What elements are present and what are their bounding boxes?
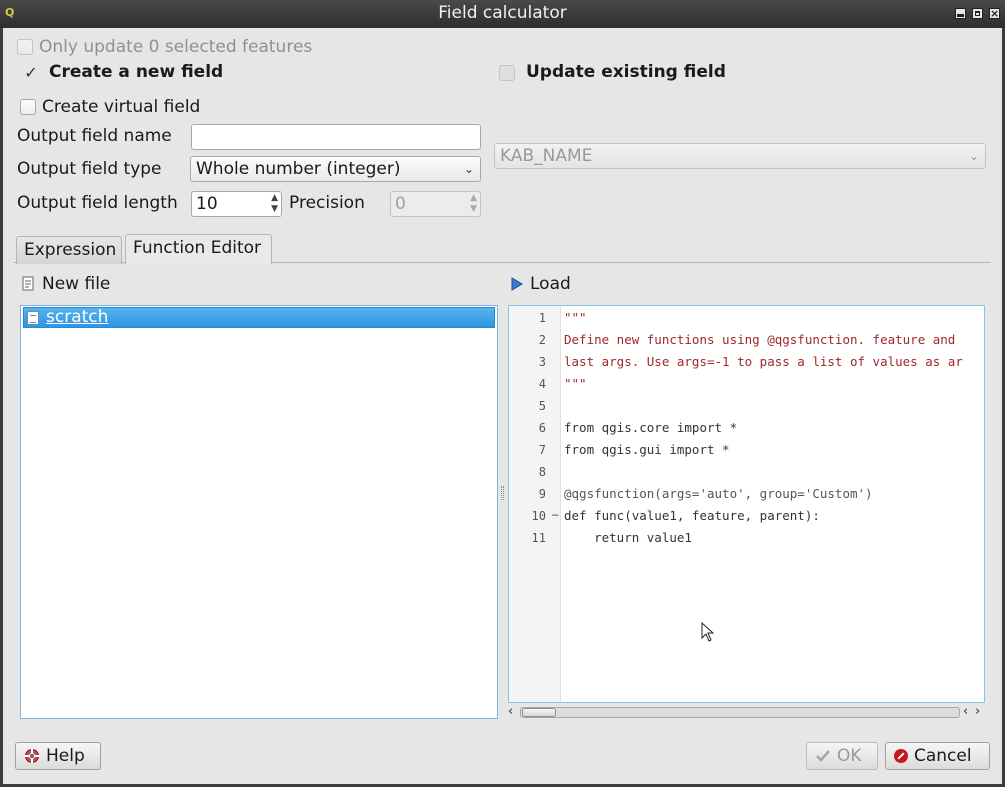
precision-label: Precision [289,193,365,213]
help-button[interactable]: Help [15,742,101,770]
new-file-icon [22,276,34,291]
line-number: 4 [538,377,546,391]
output-field-length-label: Output field length [17,193,178,213]
update-existing-field-label: Update existing field [526,62,726,82]
code-line: """ [564,310,587,325]
code-line: """ [564,376,587,391]
load-label: Load [530,274,571,294]
help-icon [25,749,39,763]
editor-horizontal-scrollbar[interactable]: ‹ ‹ › [508,704,986,720]
create-virtual-field-label: Create virtual field [42,97,201,117]
output-field-type-label: Output field type [17,159,162,179]
new-file-label: New file [42,274,111,294]
ok-label: OK [837,746,862,766]
code-line: from qgis.core import * [564,420,738,435]
only-update-selected-label: Only update 0 selected features [39,37,313,57]
create-new-field-label: Create a new field [49,62,224,82]
splitter-handle[interactable] [501,486,504,500]
cancel-label: Cancel [914,746,972,766]
function-file-list[interactable]: scratch [20,305,498,719]
existing-field-select[interactable]: KAB_NAME ⌄ [494,143,986,169]
list-item[interactable]: scratch [23,307,495,328]
scroll-left-icon[interactable]: ‹ [508,704,513,719]
line-number: 1 [538,311,546,325]
output-field-name-label: Output field name [17,126,172,146]
code-line: def func(value1, feature, parent): [564,508,820,523]
python-file-icon [27,311,39,325]
close-button[interactable]: × [989,8,1000,19]
chevron-down-icon: ⌄ [463,162,474,176]
code-editor[interactable]: 1 2 3 4 5 6 7 8 9 10 11 − """ Define new… [508,305,985,703]
code-text: """ Define new functions using @qgsfunct… [564,306,963,545]
line-number: 7 [538,443,546,457]
play-icon [511,277,523,291]
output-field-length-spinbox[interactable]: 10 ▲ ▼ [191,191,282,217]
minimize-button[interactable] [955,8,966,19]
output-field-length-value: 10 [196,194,218,214]
check-icon [816,750,830,762]
only-update-selected-checkbox[interactable] [17,39,33,55]
line-number: 10 [531,509,546,523]
precision-spinbox[interactable]: 0 ▲ ▼ [390,191,481,217]
output-field-type-value: Whole number (integer) [196,159,401,179]
line-number: 11 [531,531,546,545]
update-existing-field-checkbox[interactable] [499,65,515,81]
fold-marker-icon[interactable]: − [552,508,559,522]
ok-button[interactable]: OK [806,742,878,770]
line-number: 3 [538,355,546,369]
help-label: Help [46,746,85,766]
spin-arrows-icon[interactable]: ▲ ▼ [470,193,477,215]
cancel-icon [894,749,908,763]
line-number: 6 [538,421,546,435]
tab-function-editor[interactable]: Function Editor [125,234,272,264]
load-button[interactable]: Load [510,274,571,294]
output-field-type-select[interactable]: Whole number (integer) ⌄ [190,156,481,182]
spin-arrows-icon[interactable]: ▲ ▼ [271,193,278,215]
precision-value: 0 [395,194,406,214]
code-line: Define new functions using @qgsfunction.… [564,332,956,347]
file-name: scratch [46,307,109,327]
line-number: 2 [538,333,546,347]
create-new-field-checkbox[interactable]: ✓ [23,65,39,81]
scroll-track[interactable] [520,707,960,718]
create-virtual-field-checkbox[interactable] [20,99,36,115]
line-number: 5 [538,399,546,413]
code-line: @qgsfunction(args='auto', group='Custom'… [564,486,873,501]
code-line: from qgis.gui import * [564,442,730,457]
scroll-left-icon[interactable]: ‹ [963,704,968,719]
mouse-cursor-icon [701,622,715,642]
window-title: Field calculator [438,3,567,23]
tab-expression[interactable]: Expression [16,236,122,264]
line-number: 9 [538,487,546,501]
chevron-down-icon: ⌄ [968,149,979,163]
output-field-name-input[interactable] [191,124,481,150]
new-file-button[interactable]: New file [22,274,110,294]
scroll-thumb[interactable] [522,708,556,717]
code-line: return value1 [564,530,692,545]
code-line: last args. Use args=-1 to pass a list of… [564,354,963,369]
cancel-button[interactable]: Cancel [885,742,990,770]
maximize-button[interactable] [972,8,983,19]
scroll-right-icon[interactable]: › [975,704,980,719]
title-bar: Q Field calculator × [0,0,1005,28]
existing-field-value: KAB_NAME [500,146,593,166]
line-number-gutter: 1 2 3 4 5 6 7 8 9 10 11 − [509,306,561,702]
field-calculator-dialog: Only update 0 selected features ✓ Create… [3,28,1002,784]
line-number: 8 [538,465,546,479]
